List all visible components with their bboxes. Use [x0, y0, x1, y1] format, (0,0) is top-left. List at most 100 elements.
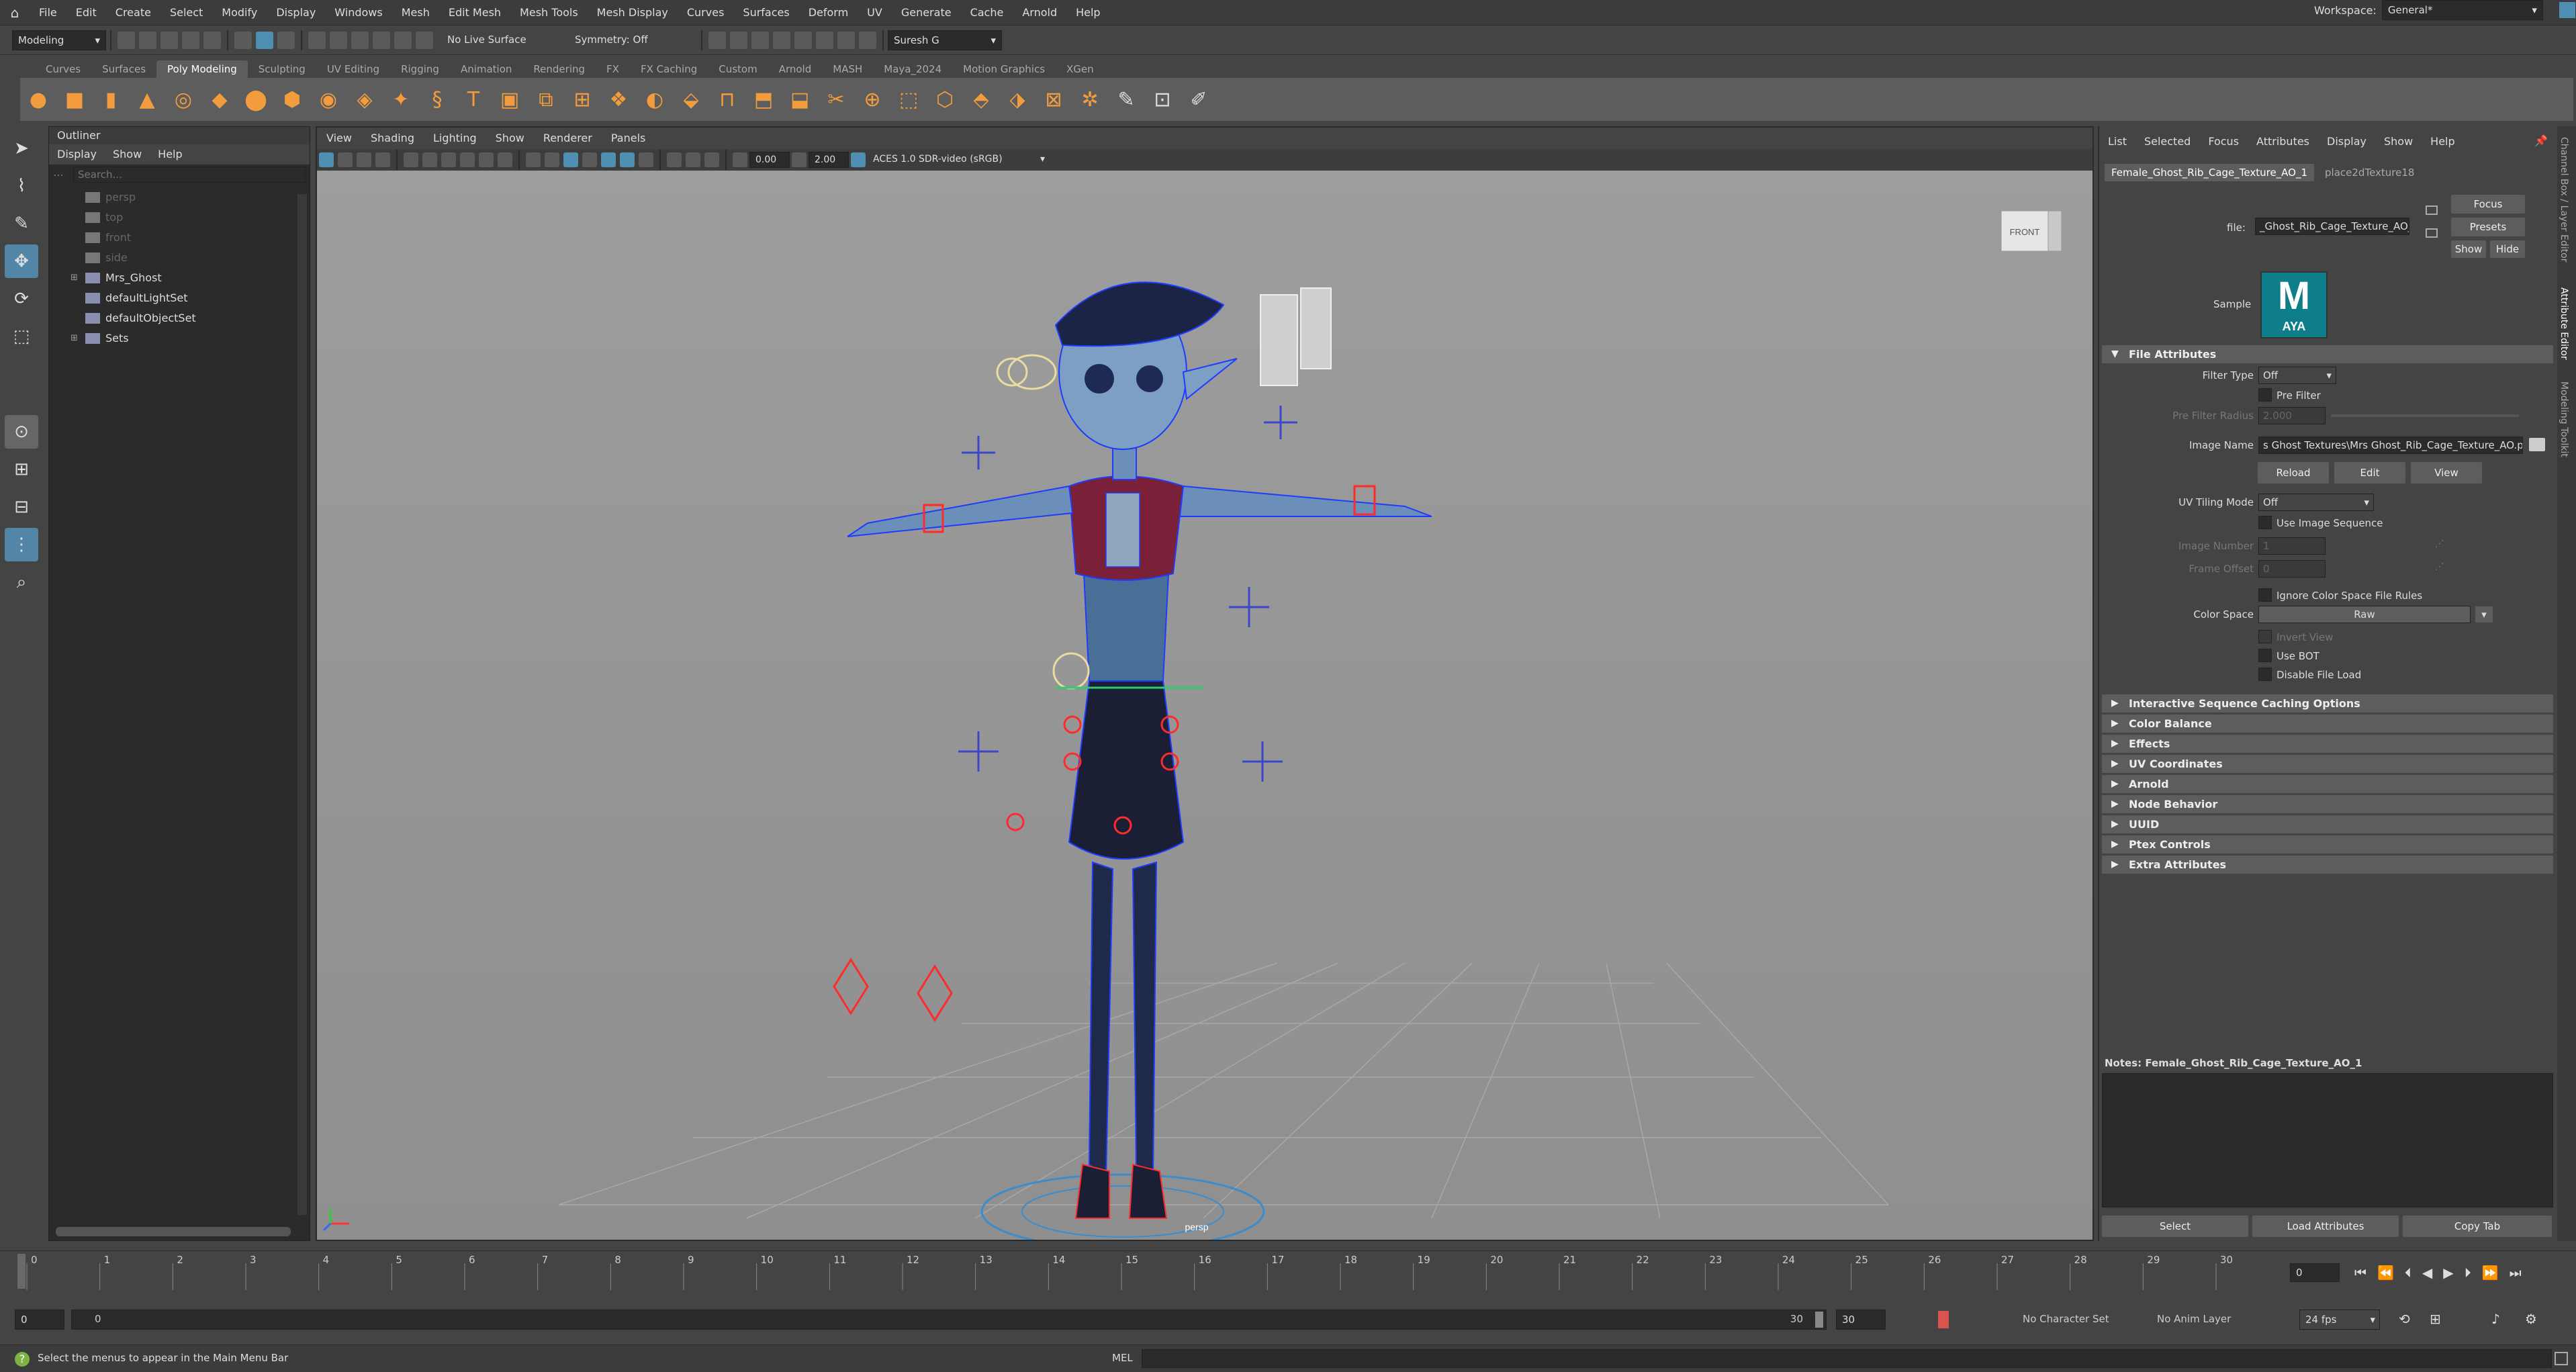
use-bot-checkbox[interactable] — [2258, 649, 2272, 662]
section-uv-coordinates[interactable]: ▶ UV Coordinates — [2102, 755, 2553, 773]
cone-icon[interactable]: ▲ — [134, 86, 160, 113]
ae-menu-focus[interactable]: Focus — [2199, 126, 2248, 157]
arnold-render-icon[interactable] — [837, 31, 855, 49]
select-component-icon[interactable] — [277, 31, 295, 49]
end-time-field[interactable]: 30 — [1836, 1310, 1886, 1330]
viewport-menu-view[interactable]: View — [317, 128, 361, 149]
image-number-key-icon[interactable]: ⋰ — [2435, 539, 2444, 549]
outliner-search-input[interactable] — [73, 167, 306, 183]
gamma-field[interactable]: 2.00 — [809, 152, 849, 168]
select-button[interactable]: Select — [2102, 1216, 2248, 1237]
camera-attributes-icon[interactable] — [338, 152, 353, 167]
rotate-tool-icon[interactable]: ⟳ — [5, 282, 38, 316]
outliner-menu-help[interactable]: Help — [150, 144, 190, 165]
viewport-menu-renderer[interactable]: Renderer — [534, 128, 602, 149]
section-uuid[interactable]: ▶ UUID — [2102, 815, 2553, 833]
field-chart-icon[interactable] — [479, 152, 494, 167]
snap-view-icon[interactable] — [373, 31, 390, 49]
menu-edit-mesh[interactable]: Edit Mesh — [439, 0, 510, 26]
search-options-icon[interactable]: ⋯ — [53, 169, 73, 181]
two-pane-icon[interactable]: ⊟ — [5, 490, 38, 524]
bevel-icon[interactable]: ⬙ — [678, 86, 704, 113]
outliner-item[interactable]: defaultLightSet — [71, 288, 310, 308]
menu-display[interactable]: Display — [267, 0, 325, 26]
menu-deform[interactable]: Deform — [799, 0, 858, 26]
extrude-icon[interactable]: ⬒ — [750, 86, 777, 113]
hypershade-icon[interactable] — [794, 31, 812, 49]
scale-tool-icon[interactable]: ⬚ — [5, 320, 38, 353]
ae-menu-help[interactable]: Help — [2422, 126, 2463, 157]
image-name-field[interactable]: s Ghost Textures\Mrs Ghost_Rib_Cage_Text… — [2258, 437, 2523, 454]
select-hierarchy-icon[interactable] — [234, 31, 252, 49]
append-icon[interactable]: ⬓ — [786, 86, 813, 113]
outliner-item[interactable]: front — [71, 228, 310, 248]
save-scene-icon[interactable] — [160, 31, 178, 49]
open-scene-icon[interactable] — [139, 31, 156, 49]
play-forward-icon[interactable]: ▶ — [2443, 1265, 2453, 1281]
auto-key-icon[interactable] — [1938, 1311, 1949, 1328]
menu-file[interactable]: File — [30, 0, 66, 26]
film-gate-icon[interactable] — [422, 152, 437, 167]
script-editor-icon[interactable] — [2555, 1352, 2568, 1365]
section-node-behavior[interactable]: ▶ Node Behavior — [2102, 795, 2553, 813]
svg-icon[interactable]: ▣ — [496, 86, 523, 113]
outliner-menu-display[interactable]: Display — [49, 144, 105, 165]
pause-icon[interactable] — [859, 31, 876, 49]
layout-icon[interactable] — [2559, 2, 2575, 18]
search-icon[interactable]: ⌕ — [5, 565, 38, 599]
ignore-color-space-checkbox[interactable] — [2258, 588, 2272, 602]
bookmark-icon[interactable] — [357, 152, 371, 167]
viewport-menu-lighting[interactable]: Lighting — [424, 128, 486, 149]
anim-prefs-icon[interactable]: ⚙ — [2525, 1311, 2537, 1327]
shelf-tab-custom[interactable]: Custom — [708, 60, 768, 78]
invert-view-checkbox[interactable] — [2258, 630, 2272, 643]
cylinder-icon[interactable]: ▮ — [97, 86, 124, 113]
select-object-icon[interactable] — [256, 31, 273, 49]
shelf-tab-surfaces[interactable]: Surfaces — [91, 60, 156, 78]
shelf-tab-sculpting[interactable]: Sculpting — [248, 60, 316, 78]
edit-edge-flow-icon[interactable]: ✎ — [1113, 86, 1140, 113]
pre-filter-radius-slider[interactable] — [2331, 414, 2519, 417]
shelf-tab-maya-2024[interactable]: Maya_2024 — [873, 60, 952, 78]
time-slider-ruler[interactable]: 0 1 2 3 4 5 6 7 8 9 10 11 12 13 14 15 16 17 18 19 20 21 22 23 24… — [17, 1251, 2287, 1295]
viewport-menu-show[interactable]: Show — [486, 128, 534, 149]
menu-cache[interactable]: Cache — [961, 0, 1013, 26]
step-back-key-icon[interactable]: ⏪ — [2377, 1265, 2394, 1281]
type-icon[interactable]: T — [460, 86, 487, 113]
menu-mesh-display[interactable]: Mesh Display — [588, 0, 678, 26]
command-line-input[interactable] — [1142, 1349, 2552, 1368]
menu-create[interactable]: Create — [106, 0, 160, 26]
node-tab-file[interactable]: Female_Ghost_Rib_Cage_Texture_AO_1 — [2105, 164, 2315, 181]
menu-modify[interactable]: Modify — [212, 0, 267, 26]
fill-hole-icon[interactable]: ⬗ — [1004, 86, 1031, 113]
play-backward-icon[interactable]: ◀ — [2422, 1265, 2432, 1281]
shelf-tab-xgen[interactable]: XGen — [1056, 60, 1105, 78]
isolate-select-icon[interactable] — [667, 152, 682, 167]
snap-surface-icon[interactable] — [394, 31, 412, 49]
sculpt-icon[interactable]: ⬡ — [931, 86, 958, 113]
expand-icon[interactable]: ⊞ — [71, 328, 85, 349]
textured-icon[interactable] — [582, 152, 597, 167]
hide-button[interactable]: Hide — [2490, 240, 2525, 258]
shelf-tab-rigging[interactable]: Rigging — [390, 60, 450, 78]
disc-icon[interactable]: ⬤ — [242, 86, 269, 113]
section-extra-attributes[interactable]: ▶ Extra Attributes — [2102, 856, 2553, 874]
pre-filter-radius-field[interactable]: 2.000 — [2258, 407, 2326, 424]
render-settings-icon[interactable] — [773, 31, 790, 49]
combine-icon[interactable]: ⧉ — [533, 86, 559, 113]
section-color-balance[interactable]: ▶ Color Balance — [2102, 715, 2553, 733]
outliner-scrollbar[interactable] — [297, 194, 307, 1215]
view-button[interactable]: View — [2411, 462, 2482, 484]
viewport-menu-panels[interactable]: Panels — [602, 128, 655, 149]
separate-icon[interactable]: ⊞ — [569, 86, 596, 113]
wireframe-on-shaded-icon[interactable] — [563, 152, 578, 167]
current-frame-field[interactable]: 0 — [2290, 1263, 2340, 1282]
shelf-tab-curves[interactable]: Curves — [35, 60, 91, 78]
outliner-item[interactable]: ⊞ Mrs_Ghost — [71, 268, 310, 288]
menu-select[interactable]: Select — [160, 0, 212, 26]
boolean-icon[interactable]: ◐ — [641, 86, 668, 113]
helix-icon[interactable]: § — [424, 86, 451, 113]
anim-layer-label[interactable]: No Anim Layer — [2157, 1313, 2231, 1325]
shelf-tab-rendering[interactable]: Rendering — [522, 60, 596, 78]
node-name-field[interactable]: _Ghost_Rib_Cage_Texture_AO_1 — [2255, 218, 2409, 235]
